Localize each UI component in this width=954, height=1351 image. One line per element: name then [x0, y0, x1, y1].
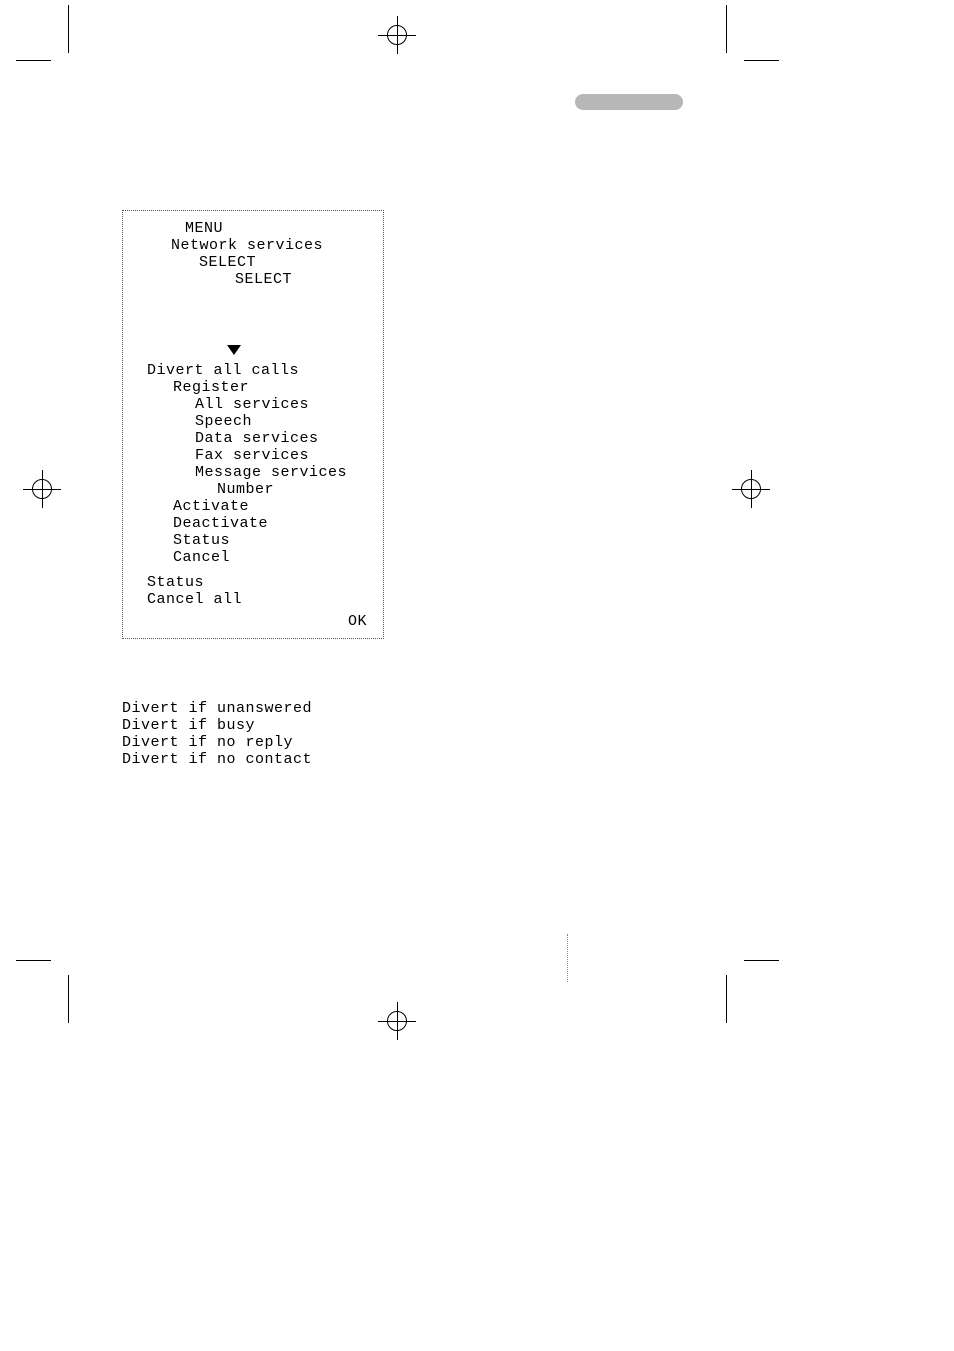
- crop-mark: [68, 5, 69, 53]
- divert-if-no-contact: Divert if no contact: [122, 751, 312, 768]
- crop-mark: [16, 60, 51, 61]
- crop-mark: [744, 60, 779, 61]
- menu-item-register: Register: [133, 379, 373, 396]
- menu-item-data-services: Data services: [133, 430, 373, 447]
- crop-mark: [726, 5, 727, 53]
- arrow-down-icon: [227, 345, 241, 355]
- register-mark-right: [741, 479, 761, 499]
- menu-item-cancel: Cancel: [133, 549, 373, 566]
- register-mark-bottom: [387, 1011, 407, 1031]
- dotted-divider: [567, 934, 568, 982]
- menu-item-message-services: Message services: [133, 464, 373, 481]
- menu-item-speech: Speech: [133, 413, 373, 430]
- select-label[interactable]: SELECT: [133, 271, 373, 288]
- crop-mark: [726, 975, 727, 1023]
- divert-if-busy: Divert if busy: [122, 717, 312, 734]
- menu-item-status: Status: [133, 532, 373, 549]
- menu-item-deactivate: Deactivate: [133, 515, 373, 532]
- crop-mark: [16, 960, 51, 961]
- menu-item-status-bottom: Status: [133, 574, 373, 591]
- ok-button[interactable]: OK: [133, 613, 373, 630]
- section-tab: [575, 94, 683, 110]
- divert-if-no-reply: Divert if no reply: [122, 734, 312, 751]
- crop-mark: [744, 960, 779, 961]
- menu-item-all-services: All services: [133, 396, 373, 413]
- menu-item-activate: Activate: [133, 498, 373, 515]
- divert-if-unanswered: Divert if unanswered: [122, 700, 312, 717]
- crop-mark: [68, 975, 69, 1023]
- menu-panel: MENU Network services SELECT SELECT Dive…: [122, 210, 384, 639]
- menu-title: MENU: [133, 220, 373, 237]
- select-label[interactable]: SELECT: [133, 254, 373, 271]
- menu-item-network-services: Network services: [133, 237, 373, 254]
- menu-item-divert-all-calls: Divert all calls: [133, 362, 373, 379]
- menu-item-fax-services: Fax services: [133, 447, 373, 464]
- menu-item-cancel-all: Cancel all: [133, 591, 373, 608]
- register-mark-left: [32, 479, 52, 499]
- menu-item-number: Number: [133, 481, 373, 498]
- divert-conditions-list: Divert if unanswered Divert if busy Dive…: [122, 700, 312, 768]
- register-mark-top: [387, 25, 407, 45]
